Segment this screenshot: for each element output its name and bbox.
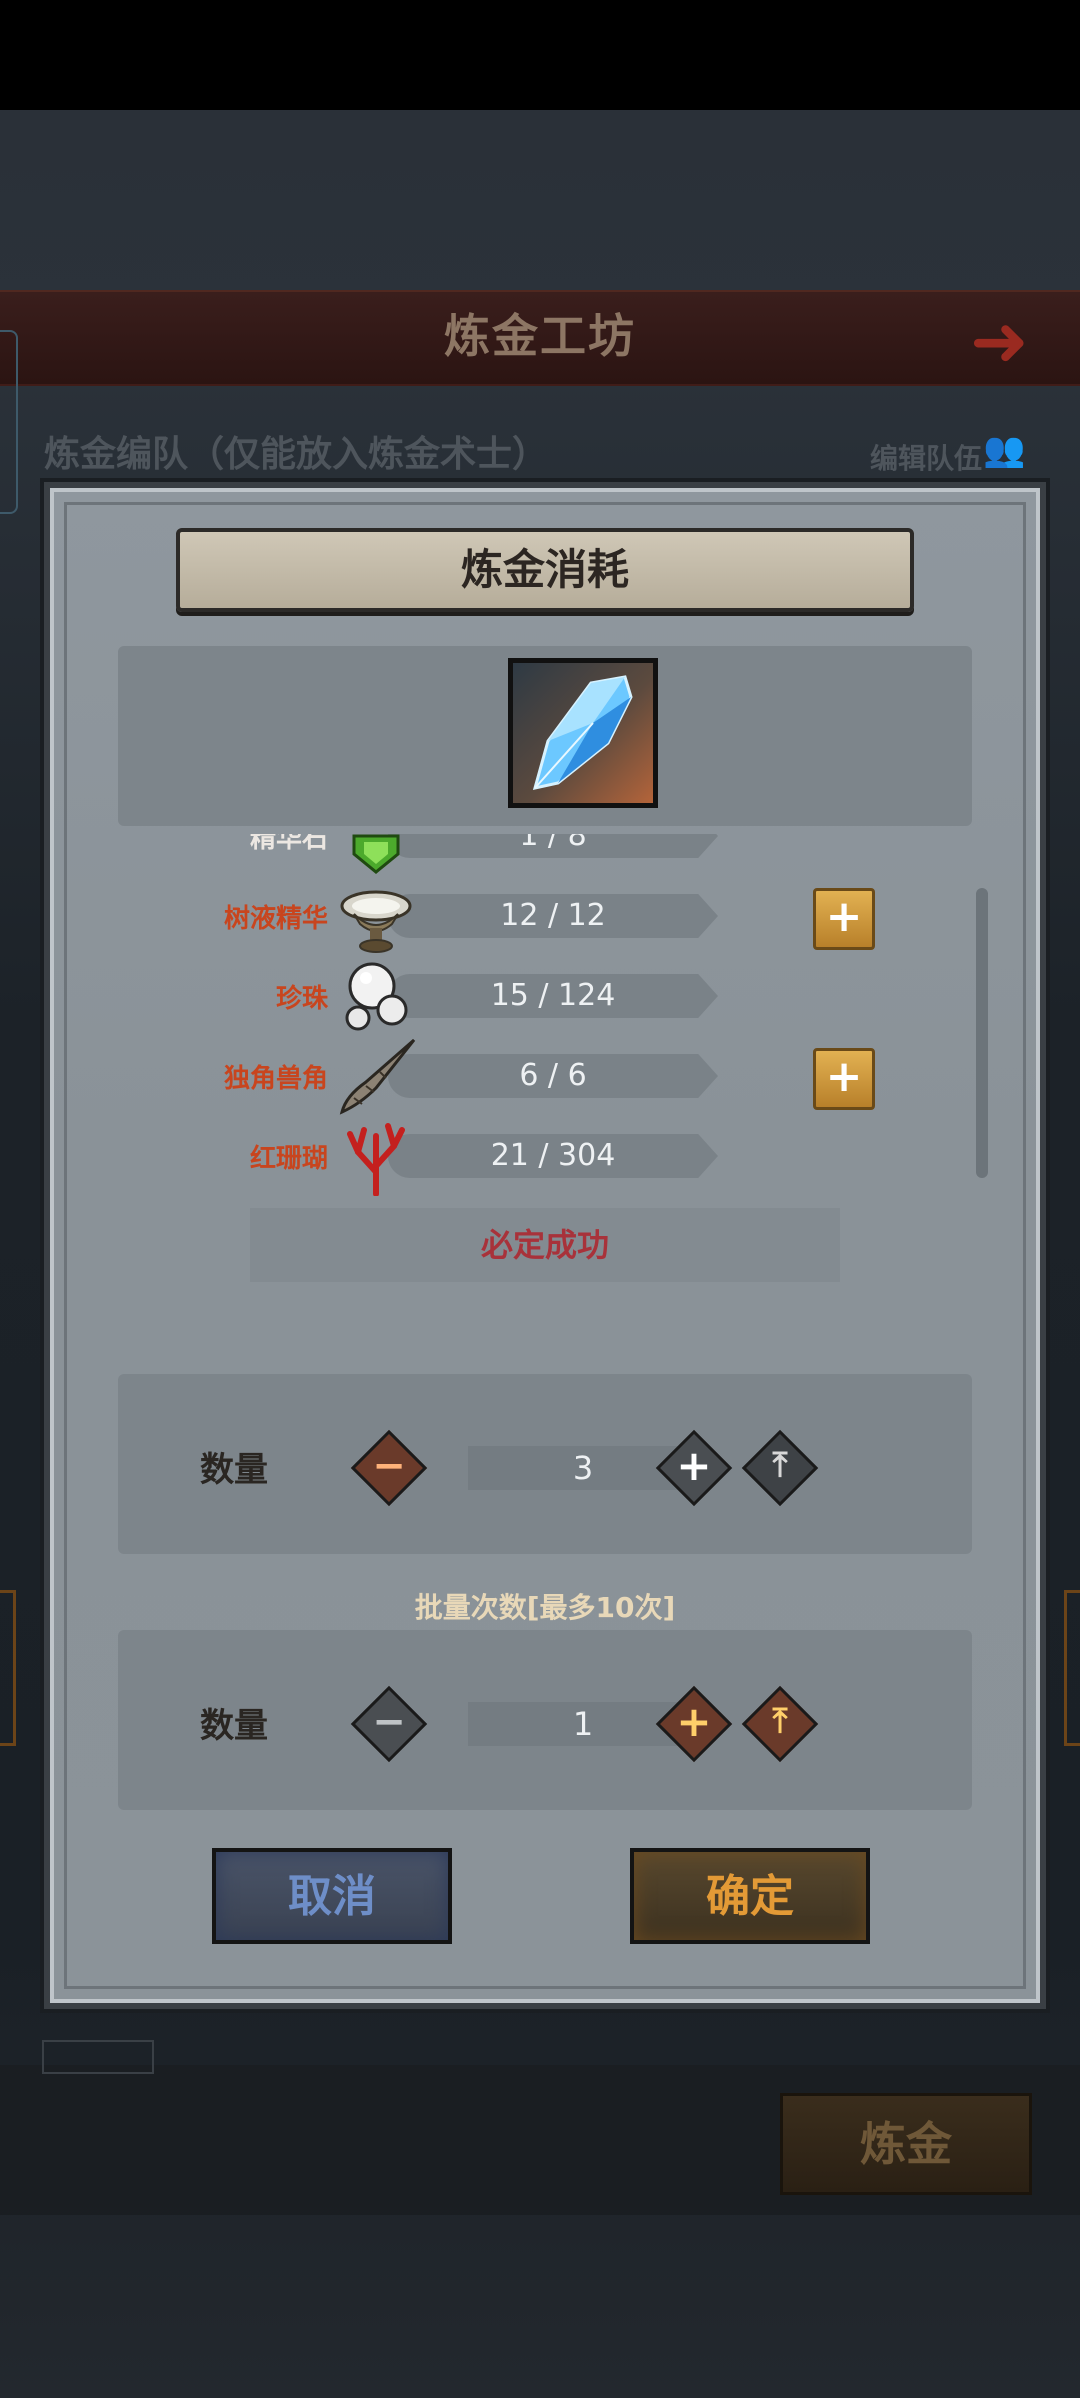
material-name: 树液精华 xyxy=(223,904,328,934)
minus-icon: − xyxy=(372,1443,406,1489)
alchemy-cost-dialog: 炼金消耗 精华石 1 / 8 树液精华 12 / 12 + 珍珠 15 / 12… xyxy=(44,482,1046,2009)
unicorn-horn-icon xyxy=(339,1038,416,1115)
material-row: 精华石 1 / 8 xyxy=(118,834,978,876)
status-bar xyxy=(0,0,1080,110)
materials-scrollbar[interactable] xyxy=(976,888,988,1178)
material-count: 21 / 304 xyxy=(490,1138,616,1173)
material-name: 精华石 xyxy=(249,834,328,854)
right-slot-frame xyxy=(1064,1590,1080,1746)
alchemy-button[interactable]: 炼金 xyxy=(780,2093,1032,2195)
plus-icon: + xyxy=(676,1697,712,1746)
pearls-icon xyxy=(345,962,408,1031)
material-row: 独角兽角 6 / 6 + xyxy=(118,1036,978,1116)
page-title: 炼金工坊 xyxy=(444,309,636,363)
dialog-title: 炼金消耗 xyxy=(460,545,629,594)
max-arrow-icon: ⤒ xyxy=(772,1701,788,1741)
material-name: 独角兽角 xyxy=(223,1064,328,1094)
green-emerald-icon xyxy=(352,834,400,874)
add-material-button[interactable]: + xyxy=(813,888,875,950)
batch-quantity-label: 数量 xyxy=(200,1706,268,1746)
team-icon[interactable]: 👥 xyxy=(983,430,1025,470)
success-text: 必定成功 xyxy=(480,1226,609,1264)
red-coral-icon xyxy=(347,1123,405,1196)
small-box xyxy=(42,2040,154,2074)
minus-icon: − xyxy=(372,1699,406,1745)
max-arrow-icon: ⤒ xyxy=(772,1445,788,1485)
material-name: 珍珠 xyxy=(275,984,328,1014)
plus-icon: + xyxy=(676,1441,712,1490)
batch-count-label: 批量次数[最多10次] xyxy=(414,1591,676,1624)
team-subtitle: 炼金编队（仅能放入炼金术士） xyxy=(44,434,549,475)
material-row: 红珊瑚 21 / 304 xyxy=(118,1116,978,1196)
material-row: 珍珠 15 / 124 xyxy=(118,956,978,1036)
quantity-label: 数量 xyxy=(200,1450,268,1490)
cancel-button[interactable]: 取消 xyxy=(212,1848,452,1944)
back-arrow-icon[interactable]: ➜ xyxy=(970,300,1029,382)
add-material-button[interactable]: + xyxy=(813,1048,875,1110)
confirm-button[interactable]: 确定 xyxy=(630,1848,870,1944)
side-tab[interactable] xyxy=(0,330,18,514)
material-count: 6 / 6 xyxy=(519,1058,587,1093)
edit-team-button[interactable]: 编辑队伍 xyxy=(870,437,982,477)
crystal-item-frame[interactable] xyxy=(508,658,658,808)
material-row: 树液精华 12 / 12 + xyxy=(118,876,978,956)
material-count: 12 / 12 xyxy=(500,898,606,933)
material-count: 15 / 124 xyxy=(490,978,616,1013)
blue-crystal-icon xyxy=(532,675,633,790)
material-name: 红珊瑚 xyxy=(249,1144,328,1174)
left-slot-frame xyxy=(0,1590,16,1746)
materials-list[interactable]: 精华石 1 / 8 树液精华 12 / 12 + 珍珠 15 / 124 独角兽… xyxy=(118,834,978,1196)
sap-bowl-icon xyxy=(340,890,412,953)
material-count: 1 / 8 xyxy=(519,834,587,853)
